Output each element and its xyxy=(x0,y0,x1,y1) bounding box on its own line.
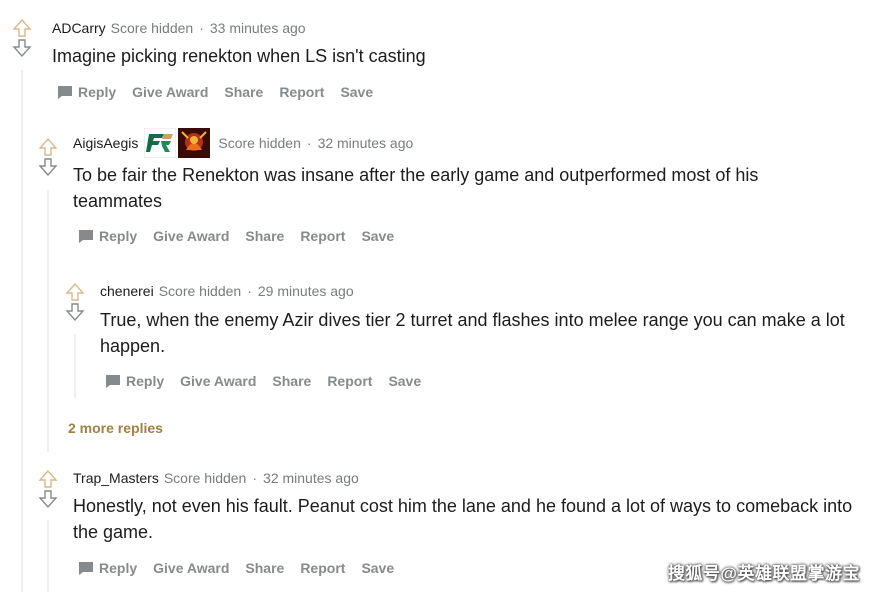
report-button[interactable]: Report xyxy=(300,560,345,576)
share-button[interactable]: Share xyxy=(224,84,263,100)
share-button[interactable]: Share xyxy=(272,373,311,389)
reply-icon xyxy=(106,375,120,388)
downvote-icon[interactable] xyxy=(64,302,86,322)
username[interactable]: chenerei xyxy=(100,283,154,299)
comment-body: To be fair the Renekton was insane after… xyxy=(73,165,759,211)
downvote-icon[interactable] xyxy=(37,157,59,177)
save-button[interactable]: Save xyxy=(388,373,421,389)
reply-button[interactable]: Reply xyxy=(105,373,164,389)
timestamp[interactable]: 29 minutes ago xyxy=(258,283,354,299)
comment-actions: Reply Give Award Share Report Save xyxy=(78,560,410,576)
timestamp[interactable]: 32 minutes ago xyxy=(263,470,359,486)
comment-body: Honestly, not even his fault. Peanut cos… xyxy=(73,496,853,542)
separator: · xyxy=(247,283,252,299)
comment-meta: Trap_Masters Score hidden · 32 minutes a… xyxy=(73,470,359,486)
thread-line-level1b[interactable] xyxy=(47,520,49,592)
comment-body: True, when the enemy Azir dives tier 2 t… xyxy=(100,310,845,356)
reply-icon xyxy=(79,562,93,575)
reply-label: Reply xyxy=(78,84,117,100)
upvote-icon[interactable] xyxy=(11,18,33,38)
separator: · xyxy=(252,470,258,486)
thread-line-level1[interactable] xyxy=(47,190,49,452)
reply-label: Reply xyxy=(99,228,138,244)
upvote-icon[interactable] xyxy=(37,469,59,489)
reply-button[interactable]: Reply xyxy=(78,560,137,576)
username[interactable]: AigisAegis xyxy=(73,135,138,151)
score-hidden: Score hidden xyxy=(110,20,194,36)
separator: · xyxy=(199,20,204,36)
timestamp[interactable]: 33 minutes ago xyxy=(210,20,306,36)
comment-meta: ADCarry Score hidden · 33 minutes ago xyxy=(52,20,306,36)
downvote-icon[interactable] xyxy=(11,38,33,58)
comment-actions: Reply Give Award Share Report Save xyxy=(78,228,410,244)
reply-label: Reply xyxy=(126,373,165,389)
score-hidden: Score hidden xyxy=(218,135,301,151)
vote-column xyxy=(37,469,59,509)
comment-meta: AigisAegis Score hidden · 32 minutes ago xyxy=(73,127,414,159)
flyquest-logo-icon xyxy=(143,127,177,159)
reply-label: Reply xyxy=(99,560,138,576)
comment-actions: Reply Give Award Share Report Save xyxy=(105,373,437,389)
thread-line-level2[interactable] xyxy=(74,334,76,398)
give-award-button[interactable]: Give Award xyxy=(153,560,229,576)
report-button[interactable]: Report xyxy=(300,228,345,244)
timestamp[interactable]: 32 minutes ago xyxy=(318,135,414,151)
reply-button[interactable]: Reply xyxy=(57,84,116,100)
save-button[interactable]: Save xyxy=(361,228,394,244)
report-button[interactable]: Report xyxy=(279,84,324,100)
share-button[interactable]: Share xyxy=(245,228,284,244)
watermark: 搜狐号@英雄联盟掌游宝 xyxy=(667,564,860,583)
save-button[interactable]: Save xyxy=(361,560,394,576)
score-hidden: Score hidden xyxy=(158,283,242,299)
give-award-button[interactable]: Give Award xyxy=(180,373,256,389)
vote-column xyxy=(37,137,59,177)
report-button[interactable]: Report xyxy=(327,373,372,389)
upvote-icon[interactable] xyxy=(64,282,86,302)
save-button[interactable]: Save xyxy=(340,84,373,100)
username[interactable]: Trap_Masters xyxy=(73,470,159,486)
comment-actions: Reply Give Award Share Report Save xyxy=(57,84,389,100)
thread-line-root[interactable] xyxy=(21,70,23,592)
vote-column xyxy=(64,282,86,322)
username[interactable]: ADCarry xyxy=(52,20,106,36)
champion-portrait-icon xyxy=(178,128,211,158)
give-award-button[interactable]: Give Award xyxy=(153,228,229,244)
reply-icon xyxy=(79,230,93,243)
score-hidden: Score hidden xyxy=(163,470,247,486)
comment-body: Imagine picking renekton when LS isn't c… xyxy=(52,46,426,66)
comment-meta: chenerei Score hidden · 29 minutes ago xyxy=(100,283,354,299)
separator: · xyxy=(306,135,312,151)
more-replies-link[interactable]: 2 more replies xyxy=(68,420,163,436)
reply-button[interactable]: Reply xyxy=(78,228,137,244)
give-award-button[interactable]: Give Award xyxy=(132,84,208,100)
upvote-icon[interactable] xyxy=(37,137,59,157)
downvote-icon[interactable] xyxy=(37,489,59,509)
share-button[interactable]: Share xyxy=(245,560,284,576)
reply-icon xyxy=(58,86,72,99)
vote-column xyxy=(11,18,33,58)
